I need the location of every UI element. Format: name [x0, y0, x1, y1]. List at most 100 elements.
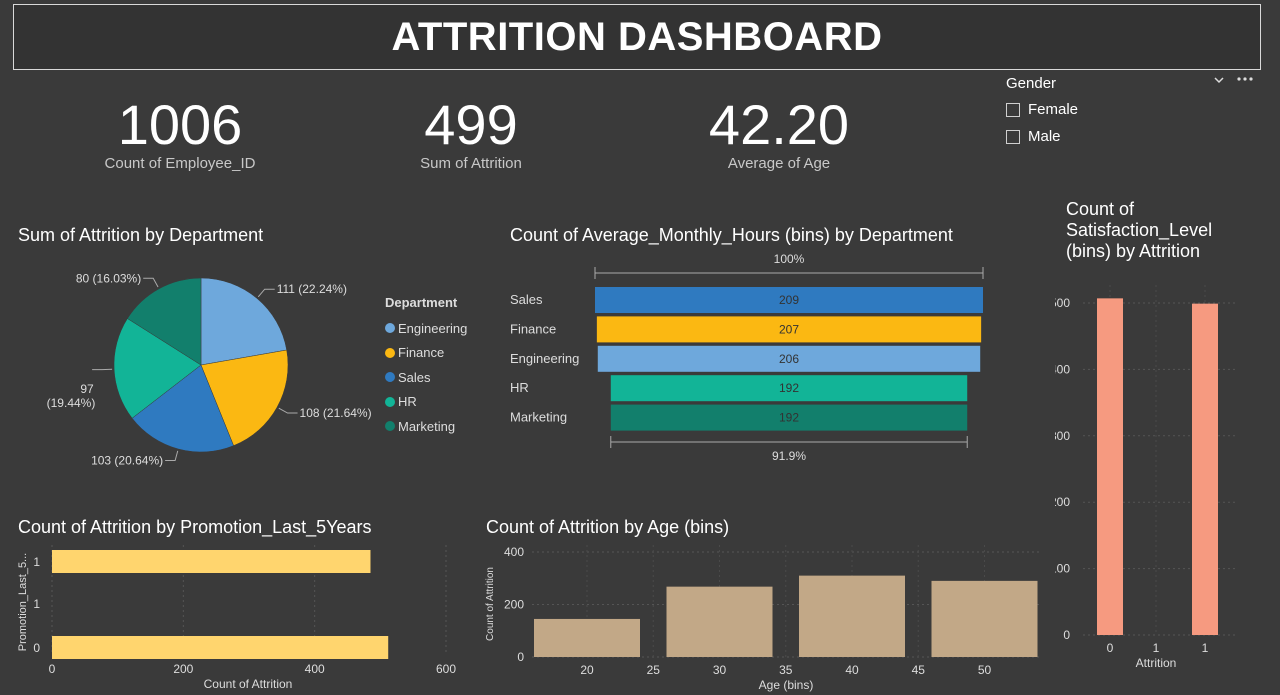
- pie-data-label: 111 (22.24%): [277, 282, 347, 296]
- y-tick-label: 200: [1055, 495, 1070, 509]
- satisfaction-chart-title: Count of Satisfaction_Level (bins) by At…: [1066, 199, 1213, 261]
- x-tick-label: 0: [49, 662, 56, 676]
- slicer-option-label: Male: [1028, 128, 1061, 145]
- kpi-value: 1006: [117, 93, 243, 156]
- funnel-value-label: 209: [779, 293, 799, 307]
- x-tick-label: 50: [978, 663, 992, 677]
- x-tick-label: 1: [1202, 641, 1209, 655]
- y-tick-label: 200: [504, 598, 524, 612]
- slicer-option-male[interactable]: Male: [1006, 128, 1061, 145]
- funnel-bottom-label: 91.9%: [772, 449, 806, 463]
- age-bar-50[interactable]: [931, 580, 1038, 657]
- y-tick-label: 0: [33, 641, 40, 655]
- pie-leader-line: [143, 277, 159, 288]
- x-axis-title: Attrition: [1136, 656, 1177, 670]
- y-axis-title: Promotion_Last_5...: [17, 553, 29, 651]
- legend-label: Marketing: [398, 418, 456, 434]
- x-tick-label: 400: [305, 662, 325, 676]
- kpi-label: Average of Age: [727, 155, 831, 172]
- legend-item-hr[interactable]: HR: [385, 390, 467, 415]
- legend-label: HR: [398, 394, 417, 410]
- funnel-chart-title: Count of Average_Monthly_Hours (bins) by…: [510, 225, 953, 245]
- age-bar-40[interactable]: [799, 575, 905, 657]
- dashboard-title-bar: ATTRITION DASHBOARD: [13, 4, 1261, 70]
- y-tick-label: 1: [33, 597, 40, 611]
- pie-data-label: 97 (19.44%): [47, 382, 96, 410]
- slicer-option-female[interactable]: Female: [1006, 101, 1078, 118]
- x-tick-label: 1: [1153, 641, 1160, 655]
- x-tick-label: 30: [713, 663, 727, 677]
- funnel-value-label: 192: [779, 411, 799, 425]
- slicer-option-label: Female: [1028, 101, 1079, 118]
- slicer-header: Gender: [1006, 75, 1057, 92]
- funnel-category-label: HR: [510, 380, 529, 395]
- x-tick-label: 600: [436, 662, 456, 676]
- y-tick-label: 400: [504, 545, 524, 559]
- legend-label: Engineering: [398, 320, 468, 336]
- checkbox[interactable]: [1006, 129, 1020, 144]
- legend-marker: [385, 421, 395, 432]
- pie-leader-line: [165, 450, 179, 462]
- funnel-category-label: Sales: [510, 292, 543, 307]
- kpi-card-average-age[interactable]: 42.20 Average of Age: [679, 93, 879, 173]
- x-axis-title: Age (bins): [759, 678, 814, 692]
- legend-item-marketing[interactable]: Marketing: [385, 414, 467, 439]
- funnel-value-label: 206: [779, 352, 799, 366]
- promotion-bar-0[interactable]: [52, 636, 389, 659]
- x-tick-label: 20: [580, 663, 594, 677]
- legend-item-sales[interactable]: Sales: [385, 365, 467, 390]
- legend-item-finance[interactable]: Finance: [385, 341, 467, 366]
- satisfaction-bar-1[interactable]: [1192, 303, 1218, 635]
- y-tick-label: 100: [1055, 562, 1070, 576]
- x-axis-title: Count of Attrition: [204, 677, 293, 691]
- pie-slice-engineering[interactable]: [200, 277, 287, 366]
- age-bar-20[interactable]: [534, 618, 640, 657]
- x-tick-label: 40: [845, 663, 859, 677]
- x-tick-label: 25: [647, 663, 661, 677]
- gender-slicer: Gender Female Male: [1005, 73, 1260, 153]
- legend-label: Finance: [398, 345, 445, 361]
- chevron-down-icon[interactable]: [1213, 73, 1225, 89]
- satisfaction-chart: 0100200300400500011Attrition: [1055, 285, 1235, 670]
- funnel-top-label: 100%: [774, 252, 805, 266]
- legend-item-engineering[interactable]: Engineering: [385, 316, 467, 341]
- satisfaction-bar-0[interactable]: [1097, 298, 1123, 635]
- y-tick-label: 400: [1055, 362, 1070, 376]
- x-tick-label: 200: [173, 662, 193, 676]
- kpi-card-attrition-sum[interactable]: 499 Sum of Attrition: [371, 93, 571, 173]
- funnel-value-label: 192: [779, 381, 799, 395]
- checkbox[interactable]: [1006, 102, 1020, 117]
- y-tick-label: 300: [1055, 429, 1070, 443]
- funnel-category-label: Marketing: [510, 410, 567, 425]
- x-tick-label: 0: [1107, 641, 1114, 655]
- y-tick-label: 0: [517, 650, 524, 664]
- funnel-category-label: Engineering: [510, 351, 579, 366]
- more-options-icon[interactable]: [1236, 71, 1256, 89]
- kpi-value: 499: [424, 93, 518, 156]
- dashboard-title: ATTRITION DASHBOARD: [391, 14, 883, 59]
- x-tick-label: 35: [779, 663, 793, 677]
- age-bar-30[interactable]: [666, 586, 773, 657]
- kpi-card-employee-count[interactable]: 1006 Count of Employee_ID: [80, 93, 280, 173]
- age-chart-title: Count of Attrition by Age (bins): [486, 517, 730, 537]
- kpi-label: Count of Employee_ID: [104, 155, 256, 172]
- legend-marker: [385, 347, 395, 358]
- promotion-chart: 0 200 400 600 1 1 0 Count of Attrition Promotion…: [17, 545, 456, 691]
- legend-label: Sales: [398, 369, 431, 385]
- legend-marker: [385, 396, 395, 407]
- kpi-label: Sum of Attrition: [420, 155, 522, 172]
- funnel-category-label: Finance: [510, 321, 556, 336]
- y-tick-label: 1: [33, 555, 40, 569]
- pie-data-label: 103 (20.64%): [91, 454, 163, 468]
- legend-marker: [385, 323, 395, 334]
- kpi-value: 42.20: [708, 93, 850, 156]
- y-tick-label: 0: [1063, 628, 1070, 642]
- pie-leader-line: [257, 288, 275, 298]
- x-tick-label: 45: [912, 663, 926, 677]
- y-tick-label: 500: [1055, 296, 1070, 310]
- promotion-bar-1[interactable]: [52, 550, 371, 573]
- pie-data-label: 80 (16.03%): [76, 271, 141, 285]
- legend-marker: [385, 372, 395, 383]
- y-axis-title: Count of Attrition: [485, 567, 496, 641]
- funnel-chart: 100% 209 Sales 207 Finance 206 Engineering 192 H…: [510, 252, 984, 463]
